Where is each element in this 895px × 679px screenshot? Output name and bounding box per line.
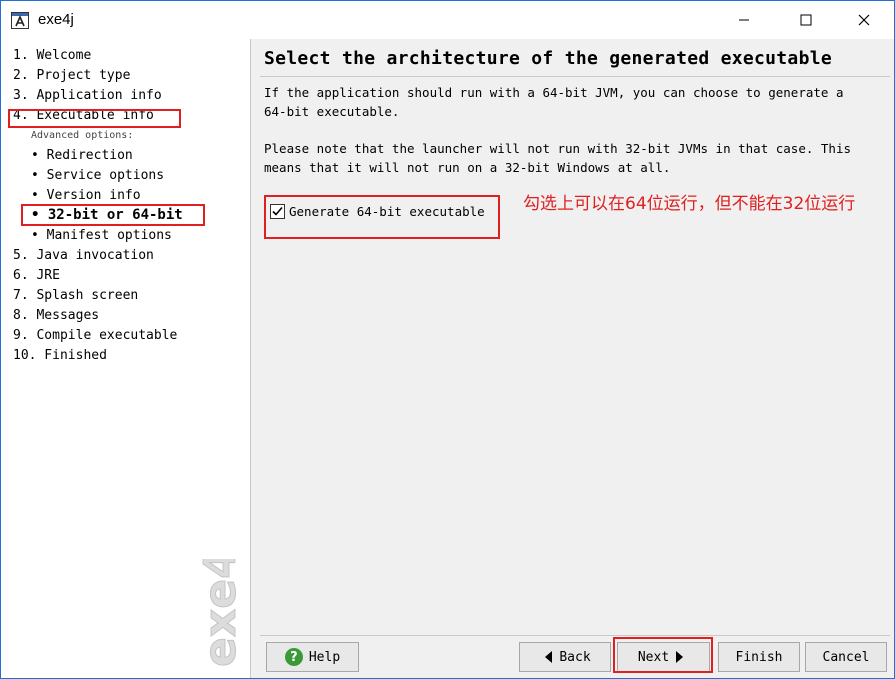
minimize-button[interactable] [721, 1, 767, 39]
step-splash-screen[interactable]: 7. Splash screen [13, 288, 138, 304]
step-java-invocation[interactable]: 5. Java invocation [13, 248, 154, 264]
step-project-type[interactable]: 2. Project type [13, 68, 130, 84]
help-icon: ? [284, 648, 303, 666]
app-icon [11, 12, 29, 29]
main-panel: Select the architecture of the generated… [252, 39, 894, 639]
cancel-button-label: Cancel [822, 649, 870, 665]
step-redirection[interactable]: • Redirection [31, 148, 133, 164]
step-manifest-options[interactable]: • Manifest options [31, 228, 172, 244]
step-service-options[interactable]: • Service options [31, 168, 164, 184]
help-button[interactable]: ? Help [266, 642, 359, 672]
close-button[interactable] [841, 1, 887, 39]
annotation-note: 勾选上可以在64位运行，但不能在32位运行 [523, 194, 856, 214]
step-finished[interactable]: 10. Finished [13, 348, 107, 364]
advanced-options-label: Advanced options: [31, 130, 134, 141]
footer-divider [260, 635, 890, 636]
32-64-bit-highlight [21, 204, 205, 226]
step-compile-executable[interactable]: 9. Compile executable [13, 328, 177, 344]
step-jre[interactable]: 6. JRE [13, 268, 60, 284]
window-title: exe4j [38, 11, 74, 28]
exe4j-watermark-logo: exe4j [195, 559, 247, 668]
watermark-text: exe4j [195, 559, 246, 667]
finish-button[interactable]: Finish [718, 642, 800, 672]
title-bar: exe4j [1, 1, 894, 39]
cancel-button[interactable]: Cancel [805, 642, 887, 672]
wizard-steps-sidebar: 1. Welcome 2. Project type 3. Applicatio… [1, 39, 251, 678]
description-paragraph-2: Please note that the launcher will not r… [264, 141, 851, 175]
checkbox-highlight [264, 195, 500, 239]
arrow-left-icon [545, 651, 553, 663]
back-button[interactable]: Back [519, 642, 611, 672]
maximize-button[interactable] [783, 1, 829, 39]
page-title: Select the architecture of the generated… [264, 48, 832, 69]
step-version-info[interactable]: • Version info [31, 188, 141, 204]
next-button-highlight [613, 637, 713, 673]
step-messages[interactable]: 8. Messages [13, 308, 99, 324]
heading-divider [260, 76, 890, 77]
help-button-label: Help [308, 649, 341, 665]
executable-info-highlight [8, 109, 181, 128]
installer-window: exe4j 1. Welcome 2. Project type 3. Appl… [0, 0, 895, 679]
finish-button-label: Finish [735, 649, 783, 665]
description-paragraph-1: If the application should run with a 64-… [264, 85, 844, 119]
back-button-label: Back [559, 649, 591, 665]
step-application-info[interactable]: 3. Application info [13, 88, 162, 104]
step-welcome[interactable]: 1. Welcome [13, 48, 91, 64]
